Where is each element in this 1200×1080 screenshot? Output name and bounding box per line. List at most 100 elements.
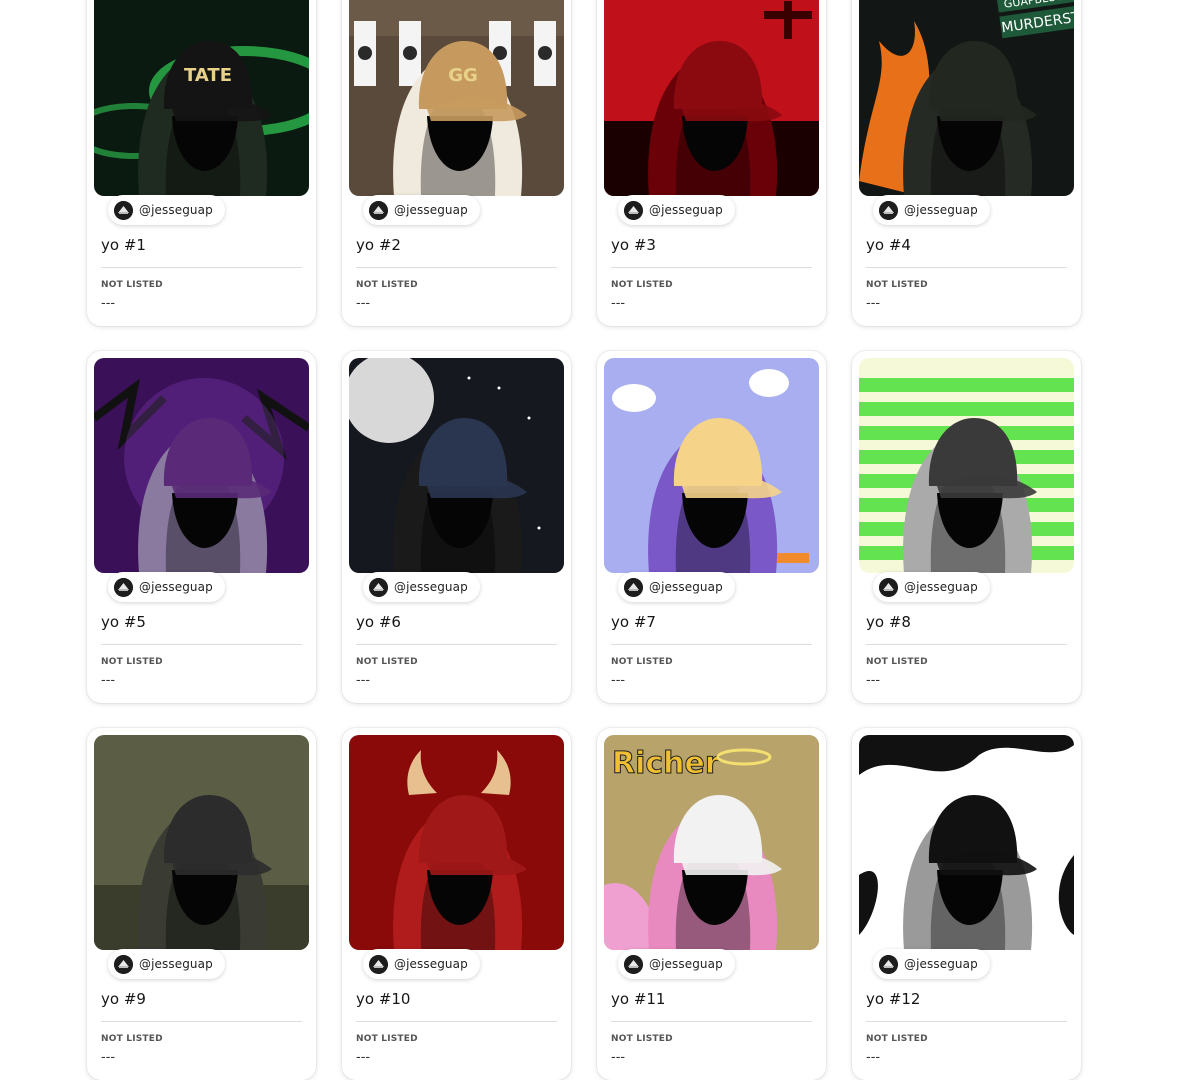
nft-card[interactable]: TATE @jesseguap yo #1 NOT LISTED --- bbox=[87, 0, 316, 326]
listing-status: NOT LISTED bbox=[356, 280, 418, 290]
nft-artwork[interactable]: Richer bbox=[604, 735, 819, 950]
hooded-figure-artwork bbox=[604, 358, 819, 573]
creator-avatar bbox=[879, 200, 898, 220]
creator-handle: @jesseguap bbox=[139, 580, 213, 594]
nft-artwork[interactable] bbox=[94, 735, 309, 950]
hooded-figure-artwork: TATE bbox=[94, 0, 309, 196]
divider bbox=[611, 644, 812, 645]
hooded-figure-artwork bbox=[94, 735, 309, 950]
creator-chip[interactable]: @jesseguap bbox=[873, 195, 990, 225]
hooded-figure-artwork bbox=[349, 735, 564, 950]
nft-artwork[interactable]: GG bbox=[349, 0, 564, 196]
nft-title: yo #3 bbox=[611, 236, 656, 254]
price-value: --- bbox=[611, 1050, 626, 1065]
nft-card[interactable]: @jesseguap yo #7 NOT LISTED --- bbox=[597, 351, 826, 703]
nft-card[interactable]: @jesseguap yo #10 NOT LISTED --- bbox=[342, 728, 571, 1080]
nft-artwork[interactable] bbox=[94, 358, 309, 573]
nft-title: yo #10 bbox=[356, 990, 411, 1008]
creator-chip[interactable]: @jesseguap bbox=[618, 572, 735, 602]
hooded-figure-artwork bbox=[859, 735, 1074, 950]
nft-artwork[interactable] bbox=[604, 358, 819, 573]
divider bbox=[101, 1021, 302, 1022]
nft-card[interactable]: @jesseguap yo #5 NOT LISTED --- bbox=[87, 351, 316, 703]
creator-avatar bbox=[369, 954, 388, 974]
listing-status: NOT LISTED bbox=[866, 657, 928, 667]
nft-artwork[interactable]: GUAPBLOCKMURDERST bbox=[859, 0, 1074, 196]
listing-status: NOT LISTED bbox=[356, 657, 418, 667]
creator-chip[interactable]: @jesseguap bbox=[618, 195, 735, 225]
listing-status: NOT LISTED bbox=[101, 280, 163, 290]
nft-card[interactable]: @jesseguap yo #6 NOT LISTED --- bbox=[342, 351, 571, 703]
creator-avatar bbox=[624, 200, 643, 220]
creator-handle: @jesseguap bbox=[394, 203, 468, 217]
creator-handle: @jesseguap bbox=[649, 580, 723, 594]
creator-handle: @jesseguap bbox=[139, 957, 213, 971]
divider bbox=[356, 267, 557, 268]
creator-avatar bbox=[879, 954, 898, 974]
hooded-figure-artwork bbox=[94, 358, 309, 573]
nft-card[interactable]: Richer @jesseguap yo #11 NOT LISTED --- bbox=[597, 728, 826, 1080]
price-value: --- bbox=[866, 1050, 881, 1065]
creator-chip[interactable]: @jesseguap bbox=[363, 195, 480, 225]
nft-title: yo #8 bbox=[866, 613, 911, 631]
creator-avatar bbox=[369, 577, 388, 597]
price-value: --- bbox=[866, 673, 881, 688]
price-value: --- bbox=[356, 296, 371, 311]
nft-card[interactable]: @jesseguap yo #3 NOT LISTED --- bbox=[597, 0, 826, 326]
creator-chip[interactable]: @jesseguap bbox=[618, 949, 735, 979]
divider bbox=[611, 1021, 812, 1022]
price-value: --- bbox=[101, 296, 116, 311]
creator-chip[interactable]: @jesseguap bbox=[363, 949, 480, 979]
creator-handle: @jesseguap bbox=[394, 957, 468, 971]
hooded-figure-artwork bbox=[349, 358, 564, 573]
nft-title: yo #12 bbox=[866, 990, 921, 1008]
nft-grid: TATE @jesseguap yo #1 NOT LISTED --- GG … bbox=[87, 0, 1081, 1080]
listing-status: NOT LISTED bbox=[611, 657, 673, 667]
price-value: --- bbox=[866, 296, 881, 311]
creator-handle: @jesseguap bbox=[904, 580, 978, 594]
creator-chip[interactable]: @jesseguap bbox=[108, 949, 225, 979]
creator-avatar bbox=[624, 577, 643, 597]
nft-title: yo #1 bbox=[101, 236, 146, 254]
nft-artwork[interactable]: TATE bbox=[94, 0, 309, 196]
nft-title: yo #11 bbox=[611, 990, 666, 1008]
divider bbox=[101, 267, 302, 268]
creator-handle: @jesseguap bbox=[649, 957, 723, 971]
nft-artwork[interactable] bbox=[859, 358, 1074, 573]
listing-status: NOT LISTED bbox=[101, 1034, 163, 1044]
creator-chip[interactable]: @jesseguap bbox=[873, 949, 990, 979]
nft-title: yo #9 bbox=[101, 990, 146, 1008]
price-value: --- bbox=[611, 673, 626, 688]
creator-avatar bbox=[624, 954, 643, 974]
creator-chip[interactable]: @jesseguap bbox=[873, 572, 990, 602]
listing-status: NOT LISTED bbox=[866, 280, 928, 290]
nft-card[interactable]: GUAPBLOCKMURDERST @jesseguap yo #4 NO bbox=[852, 0, 1081, 326]
nft-card[interactable]: GG @jesseguap yo #2 NOT LISTED --- bbox=[342, 0, 571, 326]
creator-avatar bbox=[114, 200, 133, 220]
nft-card[interactable]: @jesseguap yo #9 NOT LISTED --- bbox=[87, 728, 316, 1080]
price-value: --- bbox=[101, 673, 116, 688]
nft-artwork[interactable] bbox=[859, 735, 1074, 950]
divider bbox=[356, 1021, 557, 1022]
creator-avatar bbox=[879, 577, 898, 597]
creator-handle: @jesseguap bbox=[904, 957, 978, 971]
nft-artwork[interactable] bbox=[349, 358, 564, 573]
creator-handle: @jesseguap bbox=[649, 203, 723, 217]
nft-artwork[interactable] bbox=[349, 735, 564, 950]
svg-text:TATE: TATE bbox=[184, 65, 232, 86]
creator-avatar bbox=[114, 954, 133, 974]
divider bbox=[866, 1021, 1067, 1022]
creator-chip[interactable]: @jesseguap bbox=[108, 572, 225, 602]
nft-card[interactable]: @jesseguap yo #12 NOT LISTED --- bbox=[852, 728, 1081, 1080]
price-value: --- bbox=[101, 1050, 116, 1065]
nft-title: yo #4 bbox=[866, 236, 911, 254]
hooded-figure-artwork bbox=[859, 358, 1074, 573]
creator-chip[interactable]: @jesseguap bbox=[363, 572, 480, 602]
price-value: --- bbox=[356, 1050, 371, 1065]
nft-card[interactable]: @jesseguap yo #8 NOT LISTED --- bbox=[852, 351, 1081, 703]
divider bbox=[611, 267, 812, 268]
creator-chip[interactable]: @jesseguap bbox=[108, 195, 225, 225]
nft-artwork[interactable] bbox=[604, 0, 819, 196]
divider bbox=[866, 644, 1067, 645]
svg-text:Richer: Richer bbox=[612, 746, 720, 781]
